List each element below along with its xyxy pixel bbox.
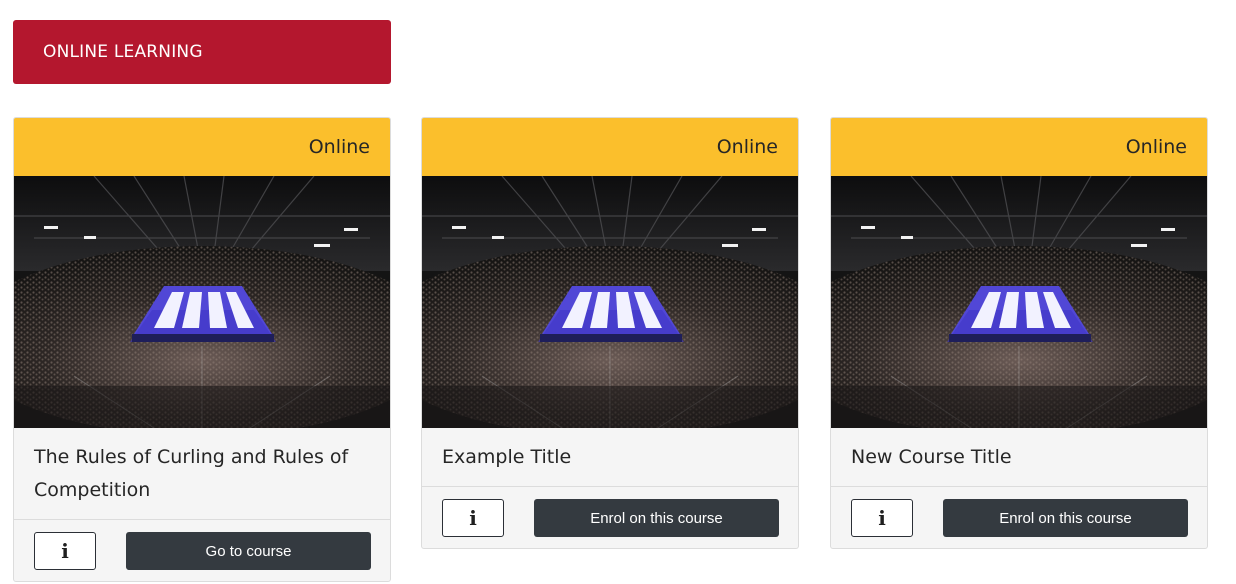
course-image [831, 176, 1207, 428]
course-title: The Rules of Curling and Rules of Compet… [34, 446, 349, 501]
info-button[interactable]: i [851, 499, 913, 537]
section-title: ONLINE LEARNING [43, 42, 203, 62]
section-header: ONLINE LEARNING [13, 20, 391, 84]
card-footer: i Go to course [14, 519, 390, 581]
badge-label: Online [308, 136, 370, 158]
course-card: Online New Course Title i Enrol on this … [830, 117, 1208, 549]
course-title: Example Title [442, 446, 572, 468]
badge-label: Online [716, 136, 778, 158]
go-to-course-button[interactable]: Go to course [126, 532, 371, 570]
page: ONLINE LEARNING Online The Rules of Curl… [0, 0, 1236, 584]
course-format-badge: Online [831, 118, 1207, 176]
info-button[interactable]: i [442, 499, 504, 537]
card-footer: i Enrol on this course [422, 486, 798, 548]
course-format-badge: Online [422, 118, 798, 176]
enrol-button[interactable]: Enrol on this course [534, 499, 779, 537]
info-icon: i [61, 539, 69, 563]
enrol-button[interactable]: Enrol on this course [943, 499, 1188, 537]
badge-label: Online [1125, 136, 1187, 158]
course-format-badge: Online [14, 118, 390, 176]
info-button[interactable]: i [34, 532, 96, 570]
course-image [422, 176, 798, 428]
card-footer: i Enrol on this course [831, 486, 1207, 548]
course-card: Online Example Title i Enrol on this cou… [421, 117, 799, 549]
course-title: New Course Title [851, 446, 1012, 468]
course-card: Online The Rules of Curling and Rules of… [13, 117, 391, 582]
info-icon: i [878, 506, 886, 530]
course-image [14, 176, 390, 428]
info-icon: i [469, 506, 477, 530]
